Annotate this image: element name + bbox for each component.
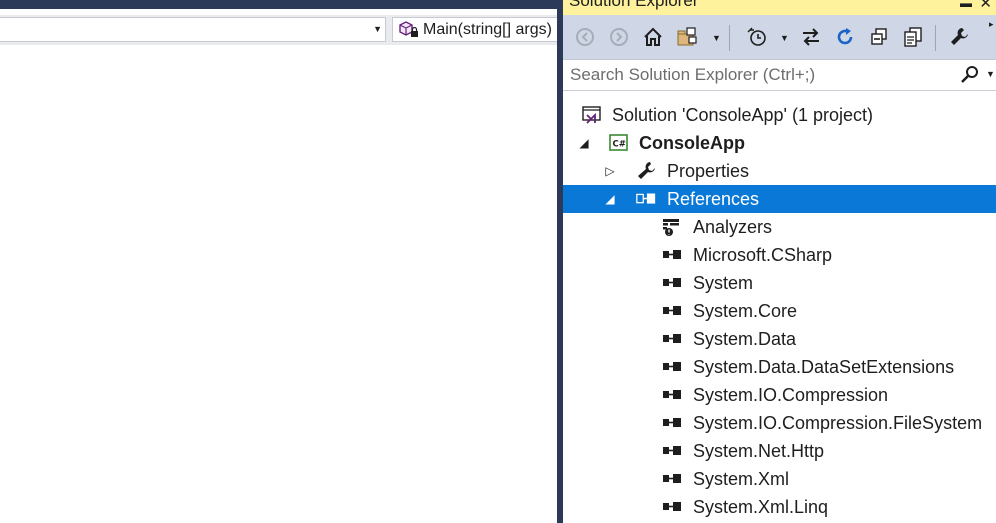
member-navigation-combo[interactable]: Main(string[] args) (392, 17, 562, 42)
solution-explorer-panel: Solution Explorer ▬ ✕ ▼ ▼ ▸ Search Solut… (563, 0, 996, 523)
tree-item-reference[interactable]: System.IO.Compression.FileSystem (563, 409, 996, 437)
tree-item-reference[interactable]: System.IO.Compression (563, 381, 996, 409)
tree-item-reference[interactable]: System (563, 269, 996, 297)
tree-item-reference[interactable]: System.Data (563, 325, 996, 353)
assembly-reference-icon (661, 273, 683, 293)
pending-changes-icon[interactable] (744, 23, 770, 51)
pin-icon[interactable]: ▬ (960, 0, 972, 10)
assembly-reference-icon (661, 497, 683, 517)
tree-item-references[interactable]: ◢ References (563, 185, 996, 213)
tree-item-label: Analyzers (693, 217, 773, 237)
tree-item-label: System.Net.Http (693, 441, 825, 461)
tree-item-label: System.Xml.Linq (693, 497, 829, 517)
collapsed-arrow-icon[interactable]: ▷ (604, 163, 616, 179)
tree-item-label: System.Xml (693, 469, 790, 489)
tree-item-label: Properties (667, 161, 750, 181)
assembly-reference-icon (661, 357, 683, 377)
assembly-reference-icon (661, 413, 683, 433)
tree-item-label: System.IO.Compression.FileSystem (693, 413, 983, 433)
chevron-down-icon[interactable]: ▼ (780, 33, 789, 43)
assembly-reference-icon (661, 441, 683, 461)
tree-item-reference[interactable]: System.Xml.Linq (563, 493, 996, 521)
tree-item-project[interactable]: ◢ C# ConsoleApp (563, 129, 996, 157)
close-icon[interactable]: ✕ (979, 0, 992, 12)
method-icon (396, 20, 420, 41)
tree-item-reference[interactable]: System.Data.DataSetExtensions (563, 353, 996, 381)
assembly-reference-icon (661, 385, 683, 405)
back-icon[interactable] (572, 23, 598, 51)
assembly-reference-icon (661, 301, 683, 321)
references-icon (635, 189, 657, 209)
tree-item-reference[interactable]: System.Net.Http (563, 437, 996, 465)
collapse-all-icon[interactable] (866, 23, 892, 51)
chevron-right-icon[interactable]: ▸ (989, 19, 994, 30)
tree-item-reference[interactable]: Analyzers (563, 213, 996, 241)
properties-wrench-icon[interactable] (946, 23, 972, 51)
panel-title-bar[interactable]: Solution Explorer ▬ ✕ (563, 0, 996, 15)
wrench-icon (635, 161, 657, 181)
assembly-reference-icon (661, 245, 683, 265)
forward-icon[interactable] (606, 23, 632, 51)
tree-item-reference[interactable]: System.Core (563, 297, 996, 325)
tree-item-reference[interactable]: System.Xml (563, 465, 996, 493)
sync-icon[interactable] (798, 23, 824, 51)
search-icon[interactable] (959, 65, 981, 85)
tree-item-label: System.IO.Compression (693, 385, 889, 405)
show-all-files-icon[interactable] (900, 23, 926, 51)
tree-item-label: System.Core (693, 301, 798, 321)
search-input[interactable] (563, 60, 958, 90)
chevron-down-icon[interactable]: ▼ (712, 33, 721, 43)
assembly-reference-icon (661, 329, 683, 349)
tree-item-label: References (667, 189, 760, 209)
tree-item-label: Solution 'ConsoleApp' (1 project) (612, 105, 874, 125)
csharp-project-icon: C# (608, 133, 630, 153)
toolbar-separator (935, 25, 936, 51)
toolbar-separator (729, 25, 730, 51)
tree-item-label: System.Data (693, 329, 797, 349)
assembly-reference-icon (661, 469, 683, 489)
home-icon[interactable] (640, 23, 666, 51)
switch-views-icon[interactable] (674, 23, 700, 51)
tree-item-properties[interactable]: ▷ Properties (563, 157, 996, 185)
code-editor[interactable]: ▼ Main(string[] args) (0, 0, 562, 523)
expanded-arrow-icon[interactable]: ◢ (604, 191, 616, 207)
editor-tab-strip (0, 0, 557, 9)
member-combo-text: Main(string[] args) (423, 21, 552, 38)
navigation-bar: ▼ Main(string[] args) (0, 15, 562, 45)
chevron-down-icon[interactable]: ▼ (986, 69, 995, 79)
refresh-icon[interactable] (832, 23, 858, 51)
expanded-arrow-icon[interactable]: ◢ (578, 135, 590, 151)
tree-item-label: Microsoft.CSharp (693, 245, 833, 265)
analyzers-icon (661, 217, 683, 237)
tree-item-label: System (693, 273, 754, 293)
tree-item-label: System.Data.DataSetExtensions (693, 357, 955, 377)
panel-title: Solution Explorer (569, 0, 699, 10)
tree-item-label: ConsoleApp (639, 133, 745, 153)
tree-item-reference[interactable]: Microsoft.CSharp (563, 241, 996, 269)
search-box: ▼ (563, 60, 996, 91)
svg-text:C#: C# (613, 140, 626, 150)
type-navigation-combo[interactable]: ▼ (0, 17, 386, 42)
solution-icon (581, 105, 603, 125)
chevron-down-icon[interactable]: ▼ (373, 24, 382, 34)
tree-item-solution[interactable]: Solution 'ConsoleApp' (1 project) (563, 101, 996, 129)
solution-explorer-toolbar: ▼ ▼ ▸ (563, 15, 996, 60)
